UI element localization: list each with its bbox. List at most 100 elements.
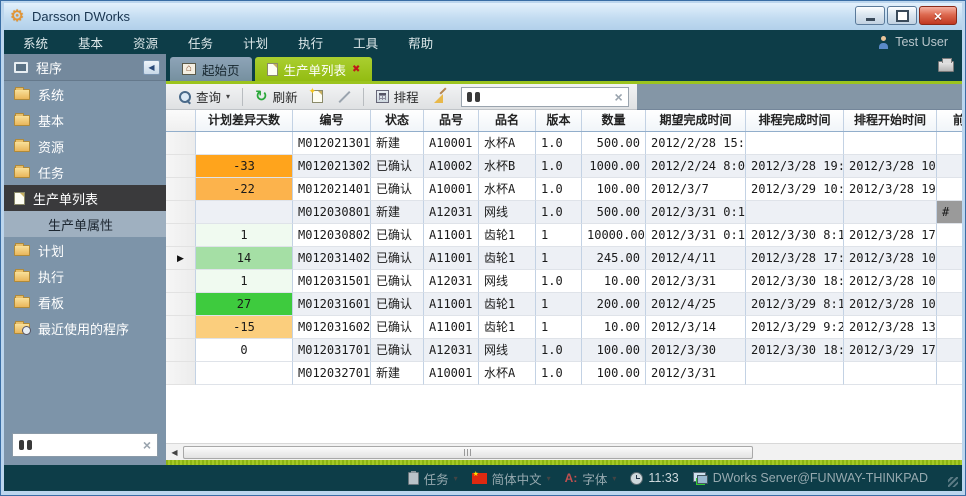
menu-item-1[interactable]: 基本 [63, 29, 118, 56]
column-header-part_no[interactable]: 品号 [424, 110, 479, 131]
sidebar-item-1[interactable]: 基本 [4, 107, 166, 133]
toolbar-search-clear-icon[interactable] [614, 90, 622, 104]
row-indicator [166, 270, 196, 293]
cell-sched_start: 2012/3/28 10:52 [844, 155, 937, 178]
table-row[interactable]: 27M012031601已确认A11001齿轮11200.002012/4/25… [166, 293, 962, 316]
maximize-button[interactable] [887, 6, 917, 25]
table-row[interactable]: 0M012031701已确认A12031网线1.0100.002012/3/30… [166, 339, 962, 362]
clock-display: 11:33 [630, 471, 678, 485]
toolbar-search-input[interactable] [485, 90, 610, 104]
query-button[interactable]: 查询 [174, 85, 235, 108]
column-header-sched_start[interactable]: 排程开始时间 [844, 110, 937, 131]
folder-icon [14, 297, 30, 308]
column-header-extra[interactable]: 前 [937, 110, 962, 131]
cell-sched_start: 2012/3/28 10:52 [844, 247, 937, 270]
cell-part_name: 水杯A [479, 362, 536, 385]
table-rows: M012021301新建A10001水杯A1.0500.002012/2/28 … [166, 132, 962, 385]
user-name: Test User [895, 35, 948, 49]
column-header-version[interactable]: 版本 [536, 110, 582, 131]
close-button[interactable] [919, 6, 957, 25]
language-selector[interactable]: 简体中文 [472, 469, 551, 488]
user-indicator[interactable]: Test User [878, 35, 948, 49]
minimize-button[interactable] [855, 6, 885, 25]
cell-extra [937, 316, 962, 339]
sidebar-search-input[interactable] [32, 438, 143, 452]
new-button[interactable] [307, 88, 328, 105]
menu-item-0[interactable]: 系统 [8, 29, 63, 56]
user-icon [878, 36, 889, 49]
cell-version: 1.0 [536, 362, 582, 385]
cell-sched_finish [746, 362, 844, 385]
column-header-part_name[interactable]: 品名 [479, 110, 536, 131]
table-row[interactable]: -15M012031602已确认A11001齿轮1110.002012/3/14… [166, 316, 962, 339]
cell-expected: 2012/3/7 [646, 178, 746, 201]
column-header-sched_finish[interactable]: 排程完成时间 [746, 110, 844, 131]
sidebar-item-9[interactable]: 最近使用的程序 [4, 315, 166, 341]
sidebar: 程序 系统基本资源任务生产单列表生产单属性计划执行看板最近使用的程序 [4, 54, 166, 465]
cell-extra [937, 293, 962, 316]
menu-item-4[interactable]: 计划 [228, 29, 283, 56]
sidebar-item-3[interactable]: 任务 [4, 159, 166, 185]
cell-part_no: A12031 [424, 201, 479, 224]
sidebar-search-clear-icon[interactable] [143, 438, 151, 452]
sidebar-item-2[interactable]: 资源 [4, 133, 166, 159]
edit-button[interactable] [332, 88, 356, 106]
table-row[interactable]: 1M012031501已确认A12031网线1.010.002012/3/312… [166, 270, 962, 293]
cell-version: 1.0 [536, 178, 582, 201]
app-gear-icon [10, 9, 26, 25]
refresh-icon [255, 89, 268, 104]
column-header-expected[interactable]: 期望完成时间 [646, 110, 746, 131]
tab-production-order-list[interactable]: 生产单列表 [255, 57, 373, 81]
table-row[interactable]: M012032701新建A10001水杯A1.0100.002012/3/31 [166, 362, 962, 385]
sidebar-item-5[interactable]: 生产单属性 [4, 211, 166, 237]
table-row[interactable]: ▶14M012031402已确认A11001齿轮11245.002012/4/1… [166, 247, 962, 270]
menu-item-6[interactable]: 工具 [338, 29, 393, 56]
column-header-no[interactable]: 编号 [293, 110, 371, 131]
table-row[interactable]: M012021301新建A10001水杯A1.0500.002012/2/28 … [166, 132, 962, 155]
task-dropdown-caret-icon [454, 474, 458, 483]
sidebar-item-8[interactable]: 看板 [4, 289, 166, 315]
cell-sched_finish: 2012/3/30 18:00 [746, 339, 844, 362]
language-dropdown-caret-icon [547, 474, 551, 483]
home-icon [182, 63, 196, 75]
font-selector[interactable]: 字体 [565, 469, 617, 488]
cell-part_no: A10001 [424, 132, 479, 155]
menu-item-7[interactable]: 帮助 [393, 29, 448, 56]
task-menu[interactable]: 任务 [408, 469, 458, 488]
cell-qty: 100.00 [582, 339, 646, 362]
column-header-qty[interactable]: 数量 [582, 110, 646, 131]
resize-grip[interactable] [948, 477, 958, 487]
row-indicator: ▶ [166, 247, 196, 270]
scroll-left-arrow-icon[interactable] [166, 444, 183, 461]
refresh-button[interactable]: 刷新 [250, 85, 303, 108]
menu-item-2[interactable]: 资源 [118, 29, 173, 56]
column-header-status[interactable]: 状态 [371, 110, 424, 131]
table-row[interactable]: 1M012030802已确认A11001齿轮1110000.002012/3/3… [166, 224, 962, 247]
horizontal-scrollbar[interactable] [166, 443, 962, 460]
column-header-diff[interactable]: 计划差异天数 [196, 110, 293, 131]
sidebar-item-6[interactable]: 计划 [4, 237, 166, 263]
sidebar-item-7[interactable]: 执行 [4, 263, 166, 289]
table-row[interactable]: M012030801新建A12031网线1.0500.002012/3/31 0… [166, 201, 962, 224]
title-bar[interactable]: Darsson DWorks [4, 3, 962, 30]
printer-icon[interactable] [938, 61, 954, 72]
table-row[interactable]: -33M012021302已确认A10002水杯B1.01000.002012/… [166, 155, 962, 178]
clean-button[interactable] [428, 87, 453, 106]
menu-item-3[interactable]: 任务 [173, 29, 228, 56]
tab-close-icon[interactable] [352, 64, 360, 75]
clock-icon [630, 472, 643, 485]
schedule-button[interactable]: 排程 [371, 85, 424, 108]
folder-icon [14, 115, 30, 126]
table-row[interactable]: -22M012021401已确认A10001水杯A1.0100.002012/3… [166, 178, 962, 201]
sidebar-collapse-button[interactable] [143, 60, 160, 75]
sidebar-item-4[interactable]: 生产单列表 [4, 185, 166, 211]
scrollbar-thumb[interactable] [183, 446, 753, 459]
tab-start-page[interactable]: 起始页 [170, 57, 252, 81]
cell-status: 已确认 [371, 316, 424, 339]
query-dropdown-caret-icon[interactable] [226, 92, 230, 101]
menu-item-5[interactable]: 执行 [283, 29, 338, 56]
toolbar-filler [637, 84, 962, 110]
sidebar-item-0[interactable]: 系统 [4, 81, 166, 107]
cell-status: 已确认 [371, 270, 424, 293]
cell-no: M012031601 [293, 293, 371, 316]
